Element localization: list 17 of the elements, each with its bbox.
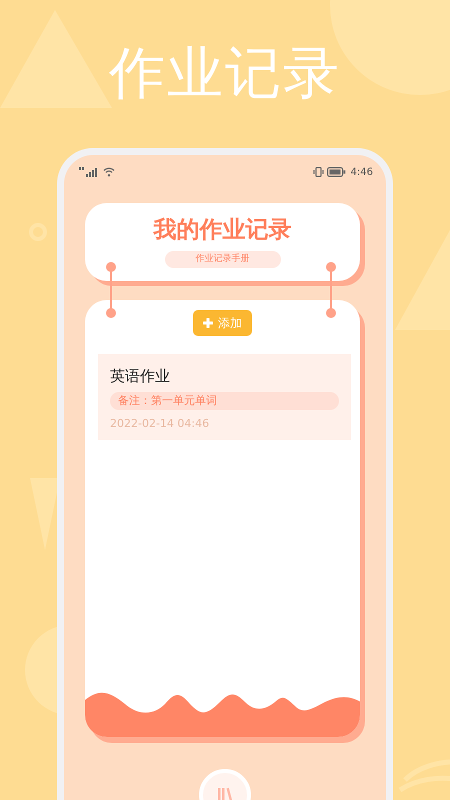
- connector-drawing: [106, 262, 116, 318]
- wifi-icon: [103, 167, 115, 177]
- plus-icon: [203, 318, 213, 328]
- status-time: 4:46: [350, 166, 373, 178]
- record-item[interactable]: 英语作业 备注：第一单元单词 2022-02-14 04:46: [98, 354, 351, 440]
- books-icon: [217, 786, 233, 800]
- battery-icon: [326, 167, 346, 177]
- vibrate-icon: [312, 167, 324, 177]
- record-note: 备注：第一单元单词: [110, 392, 339, 410]
- header-title: 我的作业记录: [154, 216, 292, 245]
- connector-drawing: [326, 262, 336, 318]
- record-date: 2022-02-14 04:46: [110, 416, 210, 432]
- promo-title: 作业记录: [109, 42, 341, 106]
- signal-icon: [78, 167, 100, 177]
- record-title: 英语作业: [110, 366, 171, 386]
- triangle-decoration: [30, 478, 60, 550]
- header-subtitle: 作业记录手册: [164, 251, 280, 268]
